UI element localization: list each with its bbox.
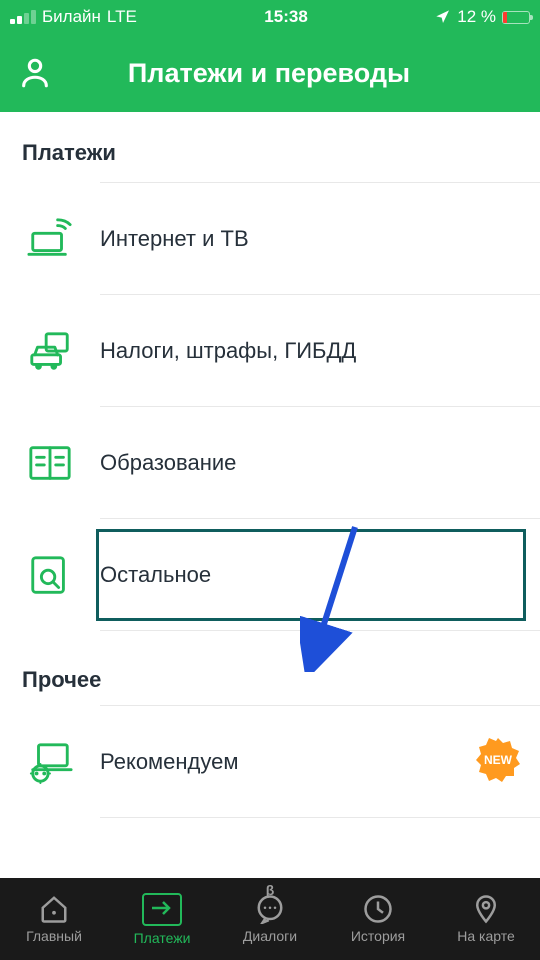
- payments-list: Интернет и ТВ Налоги, штрафы, ГИБДД Обра…: [100, 182, 540, 631]
- payments-row-education[interactable]: Образование: [100, 407, 540, 519]
- clock: 15:38: [264, 7, 307, 27]
- history-icon: [363, 894, 393, 924]
- tab-bar: Главный Платежи β Диалоги История На кар…: [0, 878, 540, 960]
- row-label: Образование: [100, 450, 256, 476]
- app-header: Платежи и переводы: [0, 34, 540, 112]
- carrier-label: Билайн: [42, 7, 101, 27]
- car-fines-icon: [22, 323, 78, 379]
- svg-text:NEW: NEW: [484, 753, 513, 767]
- other-row-recommend[interactable]: Рекомендуем NEW: [100, 706, 540, 818]
- row-label: Интернет и ТВ: [100, 226, 269, 252]
- section-payments-title: Платежи: [0, 112, 540, 178]
- payments-row-internet-tv[interactable]: Интернет и ТВ: [100, 183, 540, 295]
- section-other-title: Прочее: [0, 631, 540, 705]
- row-label: Рекомендуем: [100, 749, 259, 775]
- tab-label: Диалоги: [243, 928, 297, 944]
- education-icon: [22, 435, 78, 491]
- payments-icon: [142, 893, 182, 926]
- row-label: Налоги, штрафы, ГИБДД: [100, 338, 376, 364]
- beta-mark: β: [266, 882, 275, 898]
- tab-label: На карте: [457, 928, 515, 944]
- internet-tv-icon: [22, 211, 78, 267]
- status-right: 12 %: [435, 7, 530, 27]
- status-left: Билайн LTE: [10, 7, 137, 27]
- tab-label: История: [351, 928, 405, 944]
- payments-row-taxes-fines[interactable]: Налоги, штрафы, ГИБДД: [100, 295, 540, 407]
- map-pin-icon: [471, 894, 501, 924]
- network-label: LTE: [107, 7, 137, 27]
- tab-label: Главный: [26, 928, 82, 944]
- other-list: Рекомендуем NEW: [100, 705, 540, 818]
- row-label: Остальное: [100, 562, 231, 588]
- new-badge: NEW: [476, 738, 520, 787]
- other-search-icon: [22, 547, 78, 603]
- tab-map[interactable]: На карте: [432, 878, 540, 960]
- battery-icon: [502, 11, 530, 24]
- battery-percent: 12 %: [457, 7, 496, 27]
- tab-label: Платежи: [134, 930, 191, 946]
- tab-dialogs[interactable]: β Диалоги: [216, 878, 324, 960]
- home-icon: [39, 894, 69, 924]
- tab-history[interactable]: История: [324, 878, 432, 960]
- chat-icon: [255, 894, 285, 924]
- payments-row-other[interactable]: Остальное: [100, 519, 540, 631]
- page-title: Платежи и переводы: [16, 58, 522, 89]
- signal-strength-icon: [10, 10, 36, 24]
- status-bar: Билайн LTE 15:38 12 %: [0, 0, 540, 34]
- recommend-icon: [22, 734, 78, 790]
- content: Платежи Интернет и ТВ Налоги, штрафы, ГИ…: [0, 112, 540, 878]
- location-icon: [435, 9, 451, 25]
- tab-home[interactable]: Главный: [0, 878, 108, 960]
- tab-payments[interactable]: Платежи: [108, 878, 216, 960]
